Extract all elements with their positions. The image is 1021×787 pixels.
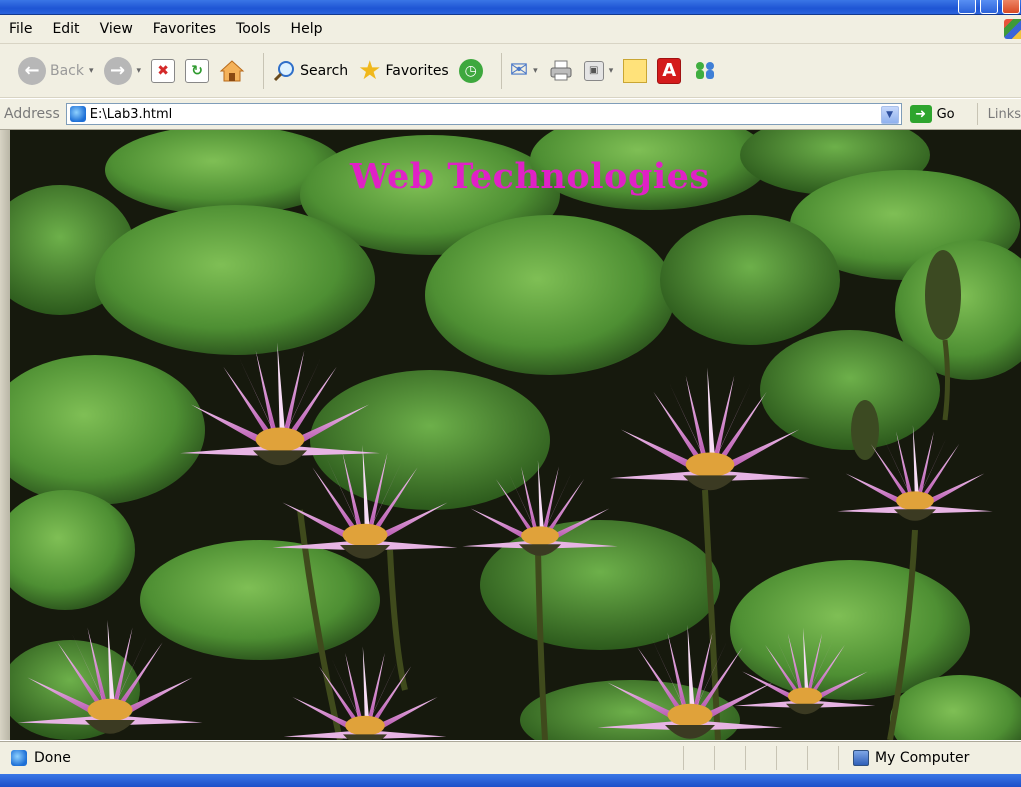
go-label: Go <box>936 106 955 122</box>
page-heading: Web Technologies <box>350 156 710 197</box>
links-button[interactable]: Links <box>988 107 1021 122</box>
forward-arrow-icon: → <box>103 56 132 85</box>
favorites-star-icon: ★ <box>358 55 382 86</box>
history-button[interactable]: ◷ <box>458 58 483 83</box>
my-computer-icon <box>853 750 869 766</box>
note-icon <box>623 58 648 83</box>
mail-icon: ✉ <box>509 58 529 83</box>
search-button[interactable]: Search <box>272 59 348 83</box>
back-arrow-icon: ← <box>18 56 46 85</box>
minimize-button[interactable] <box>958 0 976 14</box>
search-label: Search <box>300 62 349 79</box>
mail-button[interactable]: ✉ ▾ <box>510 58 538 83</box>
page-icon <box>69 106 86 122</box>
edit-button[interactable]: ▣ ▾ <box>583 60 614 81</box>
status-pane-divider <box>745 746 746 770</box>
address-label: Address <box>4 106 60 122</box>
history-icon: ◷ <box>458 58 483 83</box>
menu-help[interactable]: Help <box>281 21 333 37</box>
web-page-viewport: Web Technologies <box>10 130 1021 740</box>
address-dropdown-icon[interactable]: ▼ <box>880 106 899 124</box>
mail-dropdown-icon[interactable]: ▾ <box>533 66 538 76</box>
home-icon <box>219 59 245 81</box>
status-pane-divider <box>807 746 808 770</box>
printer-icon <box>550 60 572 80</box>
edit-icon: ▣ <box>583 60 604 81</box>
messenger-button[interactable] <box>691 59 719 83</box>
taskbar <box>0 774 1021 787</box>
stop-icon: ✖ <box>151 58 176 83</box>
address-input[interactable] <box>85 104 862 124</box>
status-bar: Done My Computer <box>0 741 1021 774</box>
back-dropdown-icon[interactable]: ▾ <box>89 66 94 76</box>
home-button[interactable] <box>219 59 245 83</box>
zone-label: My Computer <box>875 750 970 766</box>
menu-edit[interactable]: Edit <box>42 21 89 37</box>
search-icon <box>274 60 295 81</box>
favorites-button[interactable]: ★ Favorites <box>358 55 449 86</box>
security-zone: My Computer <box>853 750 969 766</box>
address-separator <box>976 103 978 125</box>
forward-button[interactable]: → ▾ <box>103 56 142 85</box>
address-bar: Address ▼ ➜ Go Links <box>0 99 1021 130</box>
menu-tools[interactable]: Tools <box>226 21 281 37</box>
status-pane-divider <box>714 746 715 770</box>
stop-button[interactable]: ✖ <box>151 58 176 83</box>
back-button[interactable]: ← Back ▾ <box>18 56 94 85</box>
page-content: Web Technologies <box>0 130 1021 740</box>
edit-dropdown-icon[interactable]: ▾ <box>609 66 614 76</box>
maximize-button[interactable] <box>980 0 998 14</box>
go-arrow-icon: ➜ <box>909 105 932 123</box>
refresh-icon: ↻ <box>185 58 210 83</box>
windows-logo-icon <box>1004 19 1021 39</box>
menu-view[interactable]: View <box>90 21 143 37</box>
acrobat-icon: A <box>657 57 682 84</box>
toolbar-separator <box>263 52 265 89</box>
menu-file[interactable]: File <box>0 21 42 37</box>
status-pane-divider <box>776 746 777 770</box>
favorites-label: Favorites <box>385 62 449 79</box>
forward-dropdown-icon[interactable]: ▾ <box>137 66 142 76</box>
water-lilies-background-image <box>10 130 1021 740</box>
close-button[interactable] <box>1002 0 1020 14</box>
window-title-bar <box>0 0 1021 15</box>
go-button[interactable]: ➜ Go <box>909 105 955 123</box>
address-field[interactable]: ▼ <box>65 103 902 125</box>
menu-bar: File Edit View Favorites Tools Help <box>0 15 1021 44</box>
acrobat-button[interactable]: A <box>657 57 682 84</box>
back-label: Back <box>50 62 84 79</box>
toolbar-separator <box>500 52 502 89</box>
status-pane-divider <box>683 746 684 770</box>
status-text: Done <box>34 750 71 766</box>
status-pane-divider <box>838 746 839 770</box>
refresh-button[interactable]: ↻ <box>185 58 210 83</box>
window-left-frame <box>0 130 10 740</box>
standard-toolbar: ← Back ▾ → ▾ ✖ ↻ Search ★ Favorites ◷ ✉ … <box>0 44 1021 98</box>
menu-favorites[interactable]: Favorites <box>143 21 226 37</box>
page-status-icon <box>11 750 27 766</box>
notes-button[interactable] <box>623 58 648 83</box>
print-button[interactable] <box>548 59 574 83</box>
messenger-icon <box>696 61 715 79</box>
